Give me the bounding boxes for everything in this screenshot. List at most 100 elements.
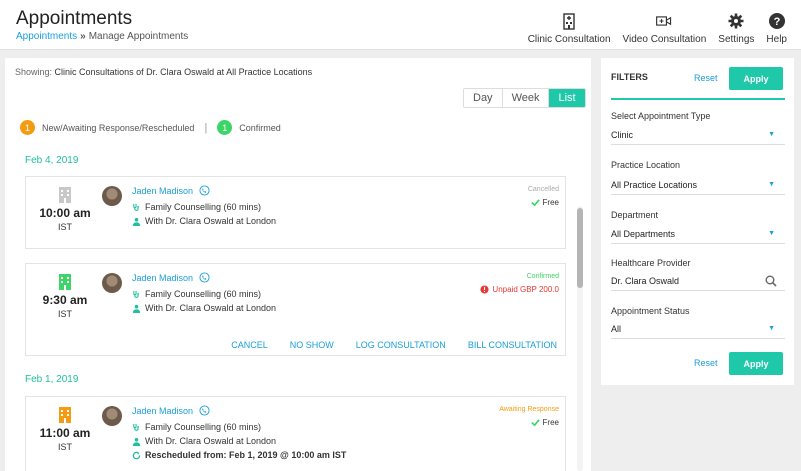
appointment-status-value: All xyxy=(611,323,622,334)
breadcrumb: Appointments» Manage Appointments xyxy=(16,31,188,42)
hospital-icon xyxy=(59,274,71,290)
settings-button[interactable]: Settings xyxy=(718,12,754,45)
awaiting-count-badge: 1 xyxy=(20,120,35,135)
showing-text: Clinic Consultations of Dr. Clara Oswald… xyxy=(54,67,313,77)
stethoscope-icon xyxy=(133,290,140,298)
reset-filters-link[interactable]: Reset xyxy=(694,73,718,83)
help-button[interactable]: ? Help xyxy=(766,12,787,45)
appointment-status-label: Appointment Status xyxy=(611,306,690,316)
appointment-timezone: IST xyxy=(57,222,72,232)
healthcare-provider-input[interactable]: Dr. Clara Oswald xyxy=(611,271,785,291)
log-consultation-button[interactable]: LOG CONSULTATION xyxy=(356,340,446,350)
date-group-label: Feb 1, 2019 xyxy=(25,374,79,385)
tab-week[interactable]: Week xyxy=(503,89,550,107)
doctor-line: With Dr. Clara Oswald at London xyxy=(132,303,276,313)
appointment-card[interactable]: 9:30 am IST Jaden Madison Family Counsel… xyxy=(25,263,566,356)
appointment-time: 11:00 am xyxy=(39,426,91,440)
time-column: 9:30 am IST xyxy=(26,272,104,319)
hospital-icon xyxy=(563,13,575,30)
scrollbar-thumb[interactable] xyxy=(577,208,583,288)
breadcrumb-current: Manage Appointments xyxy=(88,31,189,42)
page-title: Appointments xyxy=(16,8,133,29)
legend-divider: | xyxy=(204,121,208,134)
check-icon xyxy=(530,199,540,207)
appointment-card[interactable]: 11:00 am IST Jaden Madison Family Counse… xyxy=(25,396,566,471)
rescheduled-text: Rescheduled from: Feb 1, 2019 @ 10:00 am… xyxy=(145,450,347,460)
doctor-icon xyxy=(132,217,141,226)
confirmed-count-badge: 1 xyxy=(217,120,233,135)
card-actions: CANCEL NO SHOW LOG CONSULTATION BILL CON… xyxy=(231,340,557,350)
clinic-consultation-button[interactable]: Clinic Consultation xyxy=(528,12,611,45)
apply-filters-button[interactable]: Apply xyxy=(729,67,783,90)
avatar xyxy=(102,406,122,426)
service-line: Family Counselling (60 mins) xyxy=(132,202,261,212)
patient-name-link[interactable]: Jaden Madison xyxy=(132,272,210,283)
no-show-button[interactable]: NO SHOW xyxy=(290,340,334,350)
doctor-text: With Dr. Clara Oswald at London xyxy=(145,303,277,313)
payment-status-text: Unpaid GBP 200.0 xyxy=(492,285,559,294)
chevron-down-icon: ▼ xyxy=(768,131,775,138)
doctor-icon xyxy=(132,437,141,446)
practice-location-select[interactable]: All Practice Locations ▼ xyxy=(611,175,785,195)
cancel-button[interactable]: CANCEL xyxy=(231,340,268,350)
payment-status: Free xyxy=(530,198,559,207)
department-label: Department xyxy=(611,210,659,220)
department-select[interactable]: All Departments ▼ xyxy=(611,224,785,244)
doctor-line: With Dr. Clara Oswald at London xyxy=(132,216,276,226)
tab-list[interactable]: List xyxy=(549,89,585,107)
hospital-icon xyxy=(59,407,71,423)
chevron-down-icon: ▼ xyxy=(768,181,775,188)
video-consultation-label: Video Consultation xyxy=(622,34,707,45)
appointment-type-value: Clinic xyxy=(611,129,634,140)
patient-name-link[interactable]: Jaden Madison xyxy=(132,405,210,416)
status-legend: 1 New/Awaiting Response/Rescheduled | 1 … xyxy=(20,120,281,135)
confirmed-legend-label: Confirmed xyxy=(239,122,281,133)
appointment-timezone: IST xyxy=(57,309,72,319)
header-actions: Clinic Consultation Video Consultation S… xyxy=(528,12,787,45)
doctor-line: With Dr. Clara Oswald at London xyxy=(132,436,276,446)
appointment-status-select[interactable]: All ▼ xyxy=(611,319,785,339)
apply-filters-bottom-button[interactable]: Apply xyxy=(729,352,783,375)
settings-label: Settings xyxy=(718,34,755,45)
patient-name: Jaden Madison xyxy=(132,185,194,196)
help-label: Help xyxy=(766,34,787,45)
appointment-time: 10:00 am xyxy=(39,206,91,220)
appointment-type-label: Select Appointment Type xyxy=(611,111,711,121)
tab-day[interactable]: Day xyxy=(464,89,503,107)
avatar xyxy=(102,273,122,293)
appointment-card[interactable]: 10:00 am IST Jaden Madison Family Counse… xyxy=(25,176,566,249)
app-header: Appointments Appointments» Manage Appoint… xyxy=(0,0,801,50)
video-plus-icon xyxy=(656,16,672,26)
patient-name-link[interactable]: Jaden Madison xyxy=(132,185,210,196)
stethoscope-icon xyxy=(133,203,140,211)
video-consultation-button[interactable]: Video Consultation xyxy=(622,12,707,45)
search-icon[interactable] xyxy=(765,275,777,287)
chevron-down-icon: ▼ xyxy=(768,325,775,332)
view-toggle: Day Week List xyxy=(463,88,586,108)
stethoscope-icon xyxy=(133,423,140,431)
showing-prefix: Showing: xyxy=(15,67,53,77)
breadcrumb-separator: » xyxy=(80,31,86,42)
phone-icon xyxy=(199,405,210,416)
service-text: Family Counselling (60 mins) xyxy=(145,289,262,299)
appointment-type-select[interactable]: Clinic ▼ xyxy=(611,125,785,145)
clinic-consultation-label: Clinic Consultation xyxy=(527,34,611,45)
doctor-text: With Dr. Clara Oswald at London xyxy=(145,216,277,226)
help-icon: ? xyxy=(768,13,785,29)
payment-status-text: Free xyxy=(542,198,559,207)
reset-filters-bottom-link[interactable]: Reset xyxy=(694,358,718,368)
hospital-icon xyxy=(59,187,71,203)
phone-icon xyxy=(199,185,210,196)
service-text: Family Counselling (60 mins) xyxy=(145,422,262,432)
practice-location-value: All Practice Locations xyxy=(611,179,698,190)
rescheduled-line: Rescheduled from: Feb 1, 2019 @ 10:00 am… xyxy=(132,450,346,460)
appointments-list-panel: Showing: Clinic Consultations of Dr. Cla… xyxy=(5,58,591,471)
status-badge: Cancelled xyxy=(527,186,559,193)
breadcrumb-appointments-link[interactable]: Appointments xyxy=(16,31,77,42)
bill-consultation-button[interactable]: BILL CONSULTATION xyxy=(468,340,557,350)
appointment-timezone: IST xyxy=(57,442,72,452)
payment-status: Free xyxy=(530,418,559,427)
chevron-down-icon: ▼ xyxy=(768,230,775,237)
filters-panel: FILTERS Reset Apply Select Appointment T… xyxy=(601,58,794,385)
awaiting-legend-label: New/Awaiting Response/Rescheduled xyxy=(42,122,195,133)
